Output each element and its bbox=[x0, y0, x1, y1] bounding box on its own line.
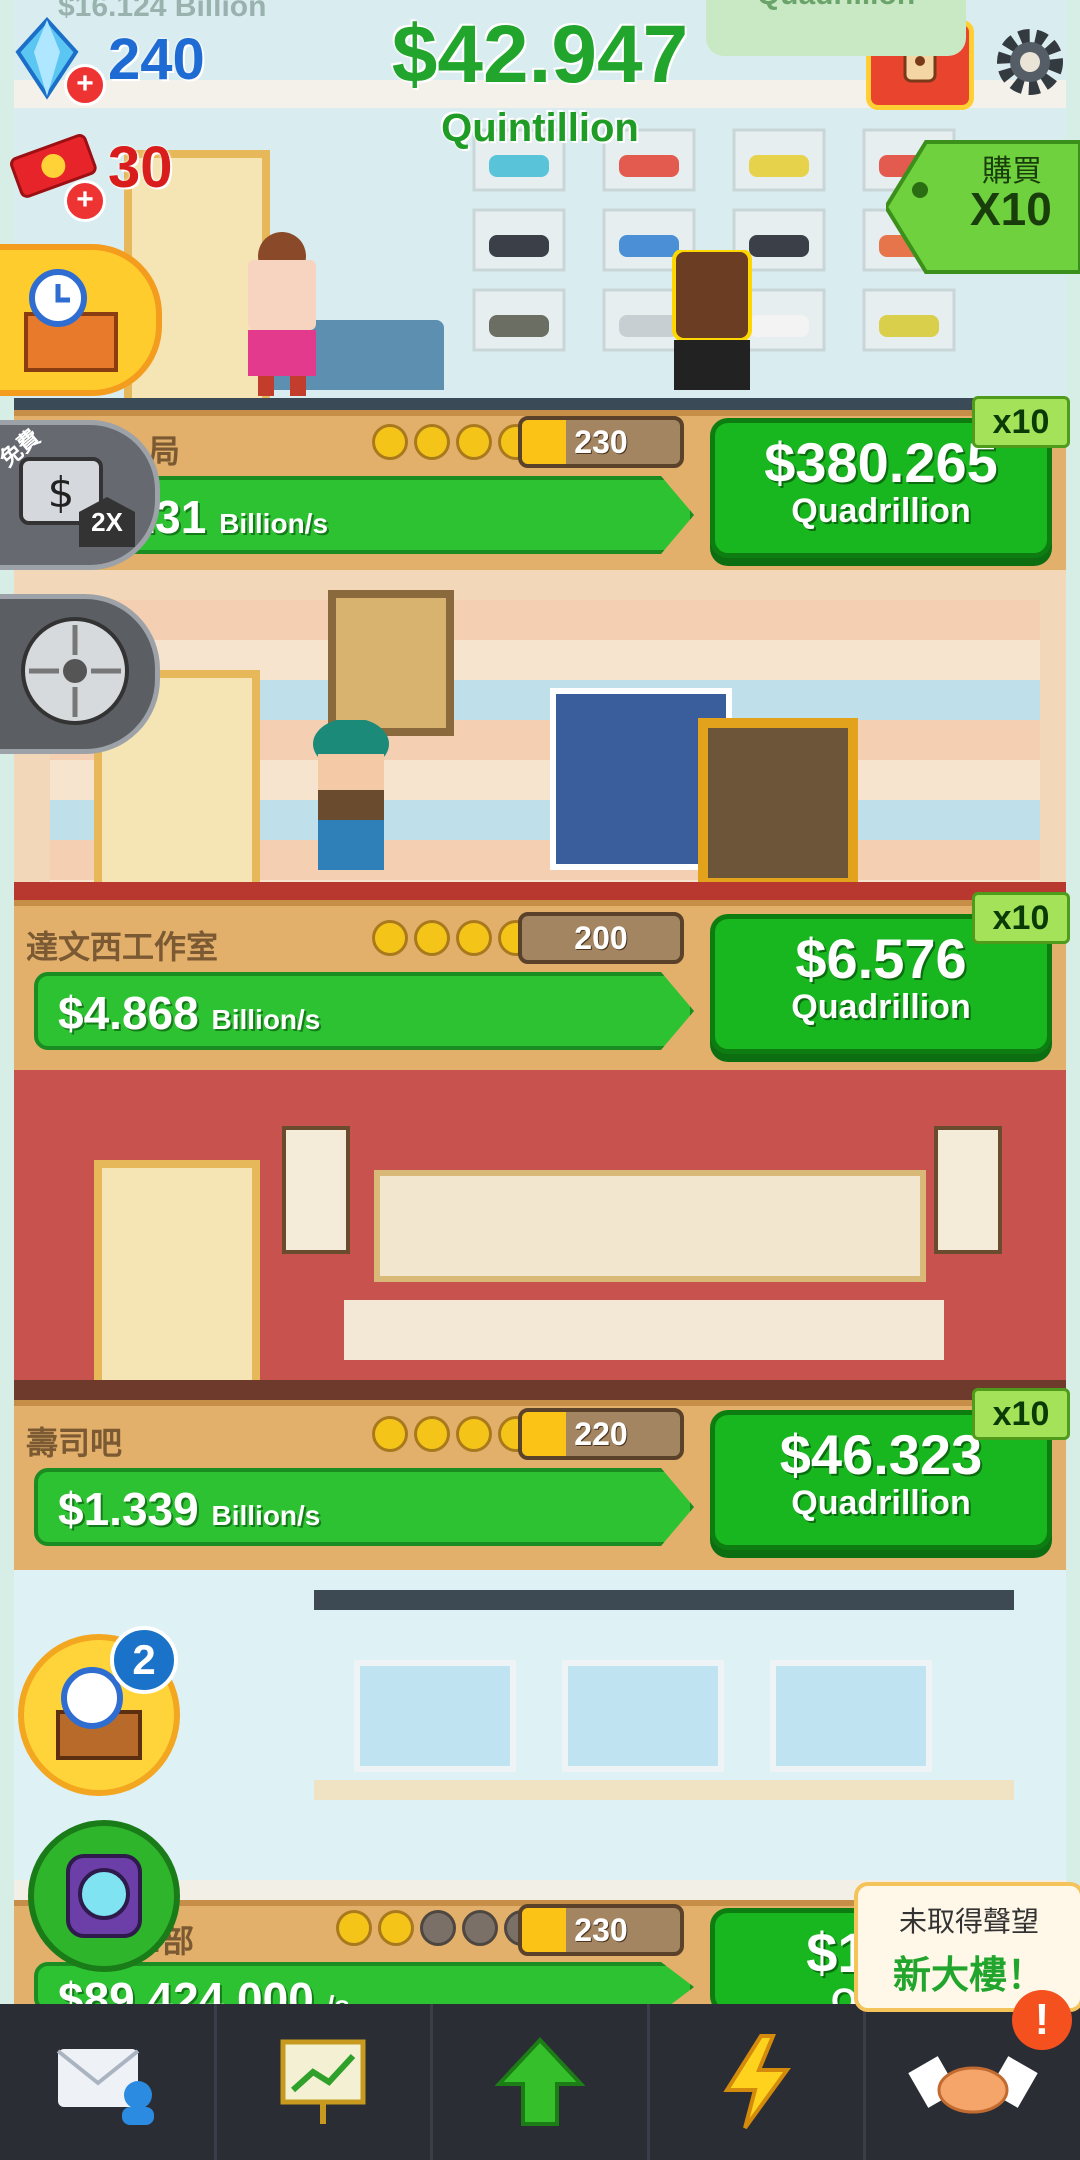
settings-gear-icon[interactable] bbox=[990, 22, 1070, 102]
total-money-unit: Quintillion bbox=[441, 106, 639, 150]
star-icon bbox=[456, 920, 492, 956]
star-icon bbox=[378, 1910, 414, 1946]
star-icon bbox=[456, 424, 492, 460]
floor-3-level: 220 bbox=[518, 1408, 684, 1460]
floor-2-level-text: 200 bbox=[574, 920, 628, 956]
nav-upgrade[interactable] bbox=[433, 2004, 650, 2160]
offline-box-button[interactable] bbox=[0, 244, 162, 396]
star-icon bbox=[336, 1910, 372, 1946]
ghost-unit: Quadrillion bbox=[757, 0, 915, 11]
nav-boost[interactable] bbox=[650, 2004, 867, 2160]
building-right-wall bbox=[1066, 0, 1080, 2004]
star-empty-icon bbox=[462, 1910, 498, 1946]
floor-1-upgrade-unit: Quadrillion bbox=[791, 492, 971, 530]
timer-count-badge: 2 bbox=[110, 1626, 178, 1694]
star-icon bbox=[372, 1416, 408, 1452]
worker-boy bbox=[664, 248, 760, 400]
nav-stats[interactable] bbox=[217, 2004, 434, 2160]
star-icon bbox=[414, 920, 450, 956]
mona-lisa-frame bbox=[698, 718, 858, 888]
floor-line bbox=[14, 1380, 1066, 1400]
floor-1-level-text: 230 bbox=[574, 424, 628, 460]
star-icon bbox=[456, 1416, 492, 1452]
floor-3-upgrade-unit: Quadrillion bbox=[791, 1484, 971, 1522]
vault-button[interactable] bbox=[0, 594, 160, 754]
painting-on-wall bbox=[328, 590, 454, 736]
bottom-nav bbox=[0, 2004, 1080, 2160]
star-icon bbox=[414, 1416, 450, 1452]
floor-2-level: 200 bbox=[518, 912, 684, 964]
sushi-scroll-left bbox=[282, 1126, 350, 1254]
alarm-box-icon bbox=[24, 269, 118, 372]
floor-3-rate-value: $1.339 bbox=[58, 1483, 199, 1535]
vault-icon bbox=[21, 617, 129, 725]
previous-floor-rate-ghost: $16.124 Billion bbox=[58, 0, 267, 23]
floor-4-stars bbox=[336, 1910, 540, 1946]
buy-multiplier-tag[interactable]: 購買 X10 bbox=[886, 132, 1080, 282]
floor-line bbox=[14, 398, 1066, 410]
floor-3-rate: $1.339 Billion/s bbox=[58, 1482, 320, 1536]
floor-line bbox=[14, 882, 1066, 900]
floor-3-rate-bar: $1.339 Billion/s bbox=[34, 1468, 694, 1546]
worker-davinci bbox=[306, 718, 396, 890]
partnership-alert-badge: ! bbox=[1012, 1990, 1072, 2050]
floor-2-rate-unit: Billion/s bbox=[211, 1004, 321, 1035]
floor-3-stars bbox=[372, 1416, 534, 1452]
floor-4-level: 230 bbox=[518, 1904, 684, 1956]
floor-3-rate-unit: Billion/s bbox=[211, 1500, 321, 1531]
monitor-instagram bbox=[562, 1660, 724, 1772]
star-icon bbox=[414, 424, 450, 460]
floor-davinci-scene[interactable] bbox=[14, 570, 1066, 906]
add-gems-button[interactable]: + bbox=[64, 64, 106, 106]
previous-buy-button-ghost: Quadrillion bbox=[706, 0, 966, 56]
floor-2-rate-bar: $4.868 Billion/s bbox=[34, 972, 694, 1050]
clock-bag-button[interactable] bbox=[28, 1820, 180, 1972]
ceiling-lights bbox=[314, 1590, 1014, 1610]
monitor-facebook bbox=[354, 1660, 516, 1772]
floor-4-level-text: 230 bbox=[574, 1912, 628, 1948]
floor-2-rate: $4.868 Billion/s bbox=[58, 986, 320, 1040]
elevator-door bbox=[94, 1160, 260, 1406]
floor-3-level-text: 220 bbox=[574, 1416, 628, 1452]
tooltip-line-1: 未取得聲望 bbox=[898, 1906, 1039, 1937]
floor-1-rate-unit: Billion/s bbox=[219, 508, 329, 539]
star-icon bbox=[372, 920, 408, 956]
up-arrow-icon bbox=[494, 2037, 585, 2126]
sushi-counter bbox=[344, 1300, 944, 1360]
desk bbox=[314, 1780, 1014, 1800]
buy-tag-multiplier: X10 bbox=[970, 183, 1052, 235]
sushi-display-case bbox=[374, 1170, 926, 1282]
monitor-twitter bbox=[770, 1660, 932, 1772]
floor-3-multiplier-badge: x10 bbox=[972, 1388, 1070, 1440]
add-tickets-button[interactable]: + bbox=[64, 180, 106, 222]
mail-friend-icon bbox=[56, 2049, 154, 2125]
floor-1-level: 230 bbox=[518, 416, 684, 468]
worker-girl bbox=[234, 226, 330, 396]
floor-2-multiplier-badge: x10 bbox=[972, 892, 1070, 944]
floor-2-name: 達文西工作室 bbox=[26, 929, 219, 965]
free-boost-tv-button[interactable]: 免費 $ 2X bbox=[0, 420, 160, 570]
floor-sushi-scene[interactable] bbox=[14, 1070, 1066, 1406]
floor-2-rate-value: $4.868 bbox=[58, 987, 199, 1039]
star-empty-icon bbox=[420, 1910, 456, 1946]
sushi-scroll-right bbox=[934, 1126, 1002, 1254]
floor-2-stars bbox=[372, 920, 534, 956]
floor-1-multiplier-badge: x10 bbox=[972, 396, 1070, 448]
floor-3-name: 壽司吧 bbox=[26, 1425, 123, 1461]
lightning-icon bbox=[722, 2034, 791, 2130]
clock-bag-icon bbox=[66, 1854, 142, 1938]
star-icon bbox=[372, 424, 408, 460]
floor-2-upgrade-unit: Quadrillion bbox=[791, 988, 971, 1026]
chart-board-icon bbox=[280, 2039, 366, 2124]
svg-text:$: $ bbox=[48, 468, 75, 517]
nav-mail-friends[interactable] bbox=[0, 2004, 217, 2160]
handshake-icon bbox=[908, 2056, 1038, 2114]
floor-1-stars bbox=[372, 424, 534, 460]
